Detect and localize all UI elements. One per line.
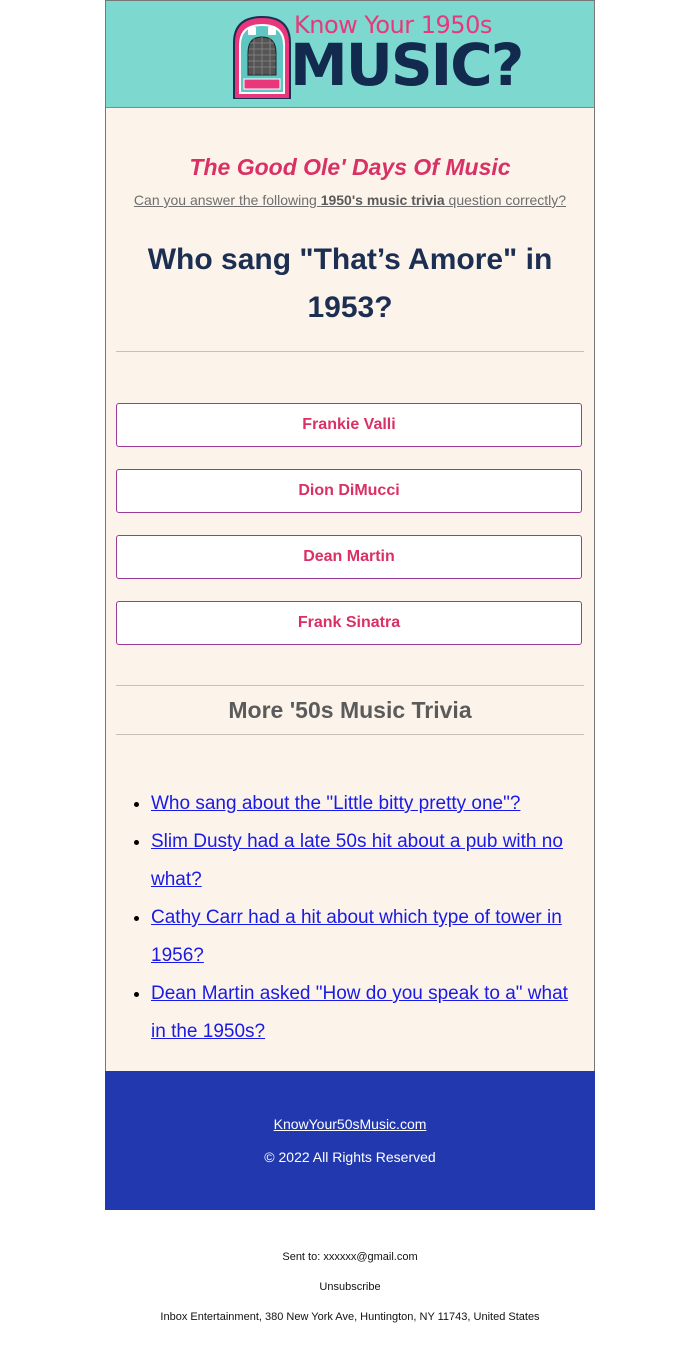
logo-main-text: MUSIC? <box>290 31 524 99</box>
divider <box>116 734 584 735</box>
site-link[interactable]: KnowYour50sMusic.com <box>105 1116 595 1132</box>
header-banner: Know Your 1950s MUSIC? <box>106 1 594 108</box>
unsubscribe-link[interactable]: Unsubscribe <box>0 1280 700 1294</box>
intro-bold: 1950's music trivia <box>320 192 445 208</box>
trivia-link[interactable]: Slim Dusty had a late 50s hit about a pu… <box>151 831 563 890</box>
list-item: Cathy Carr had a hit about which type of… <box>151 899 584 975</box>
trivia-link-list: Who sang about the "Little bitty pretty … <box>116 785 584 1071</box>
more-trivia-title: More '50s Music Trivia <box>228 697 472 723</box>
sender-address: Inbox Entertainment, 380 New York Ave, H… <box>160 1311 540 1323</box>
content: The Good Ole' Days Of Music Can you answ… <box>106 108 594 1071</box>
answer-button[interactable]: Frank Sinatra <box>116 601 582 645</box>
answer-button[interactable]: Dion DiMucci <box>116 469 582 513</box>
email-container: Know Your 1950s MUSIC? The Good Ole' Day… <box>105 0 595 1210</box>
intro-text: Can you answer the following 1950's musi… <box>116 192 584 208</box>
answer-button[interactable]: Dean Martin <box>116 535 582 579</box>
email-meta: Sent to: xxxxxx@gmail.com Unsubscribe In… <box>0 1210 700 1324</box>
list-item: Dean Martin asked "How do you speak to a… <box>151 975 584 1051</box>
list-item: Slim Dusty had a late 50s hit about a pu… <box>151 823 584 899</box>
copyright-text: © 2022 All Rights Reserved <box>264 1149 436 1165</box>
trivia-link[interactable]: Cathy Carr had a hit about which type of… <box>151 907 562 966</box>
answer-button[interactable]: Frankie Valli <box>116 403 582 447</box>
more-trivia-section: More '50s Music Trivia Who sang about th… <box>116 685 584 1071</box>
footer: KnowYour50sMusic.com © 2022 All Rights R… <box>105 1071 595 1210</box>
sent-to-text: Sent to: xxxxxx@gmail.com <box>282 1251 418 1263</box>
jukebox-icon <box>233 15 291 99</box>
logo[interactable]: Know Your 1950s MUSIC? <box>230 11 524 101</box>
tagline: The Good Ole' Days Of Music <box>189 154 511 180</box>
list-item: Who sang about the "Little bitty pretty … <box>151 785 584 823</box>
question-title: Who sang "That’s Amore" in 1953? <box>147 243 553 324</box>
intro-prefix: Can you answer the following <box>133 192 321 208</box>
trivia-link[interactable]: Dean Martin asked "How do you speak to a… <box>151 983 568 1042</box>
intro-suffix: question correctly? <box>444 192 567 208</box>
answer-list: Frankie Valli Dion DiMucci Dean Martin F… <box>116 352 584 645</box>
trivia-link[interactable]: Who sang about the "Little bitty pretty … <box>151 793 520 814</box>
